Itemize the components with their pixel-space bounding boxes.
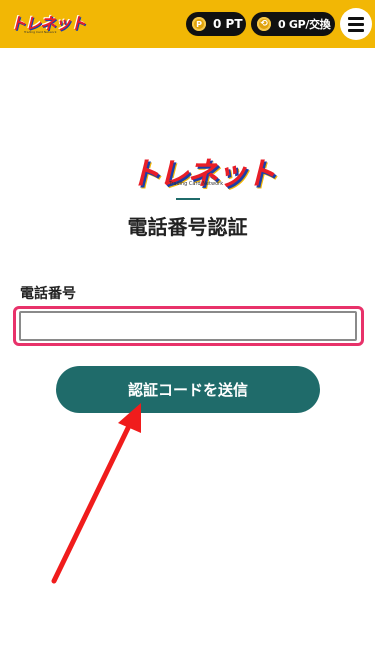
hamburger-menu-icon[interactable] [340, 8, 372, 40]
app-header: トレネット Trading Card Network P 0 PT ⟲ 0 GP… [0, 0, 375, 48]
gp-label: 0 GP/交換 [278, 18, 331, 31]
points-label: 0 PT [213, 17, 243, 31]
p-coin-icon: P [192, 17, 206, 31]
title-divider [176, 198, 200, 200]
center-logo: トレネット Trading Card Network [125, 146, 276, 192]
phone-number-input[interactable] [19, 311, 357, 341]
gp-exchange-badge[interactable]: ⟲ 0 GP/交換 [251, 12, 335, 36]
send-code-button[interactable]: 認証コードを送信 [56, 366, 320, 413]
phone-field-label: 電話番号 [20, 286, 76, 302]
points-badge[interactable]: P 0 PT [186, 12, 246, 36]
brand-logo[interactable]: トレネット Trading Card Network [6, 6, 86, 40]
center-logo-tagline: Trading Card Network [169, 181, 224, 187]
gp-coin-icon: ⟲ [257, 17, 271, 31]
page-title: 電話番号認証 [127, 215, 248, 239]
brand-logo-tagline: Trading Card Network [24, 30, 57, 34]
